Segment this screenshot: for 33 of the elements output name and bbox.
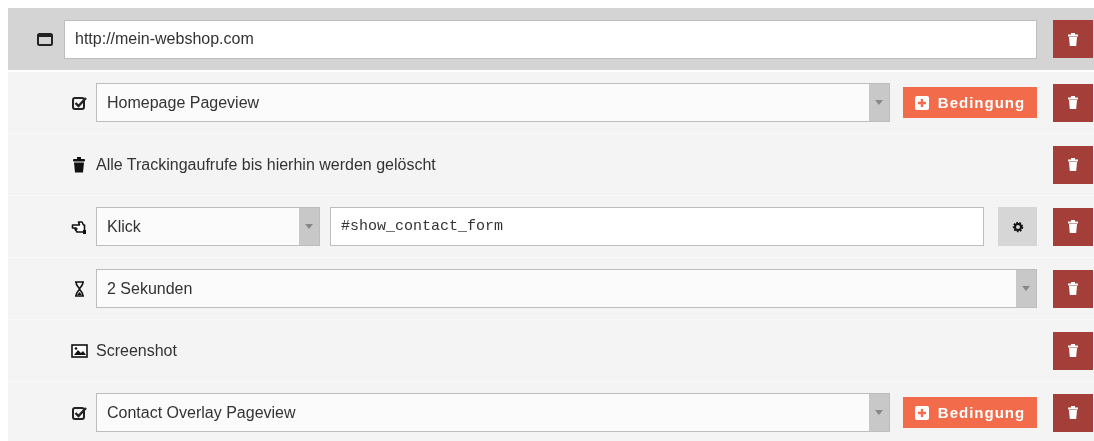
image-icon bbox=[70, 343, 88, 358]
delete-button[interactable] bbox=[1053, 331, 1093, 370]
dropdown[interactable]: Contact Overlay Pageview bbox=[96, 393, 890, 432]
delete-button[interactable] bbox=[1053, 83, 1093, 122]
delete-icon bbox=[1068, 344, 1078, 357]
step-label: Alle Trackingaufrufe bis hierhin werden gelöscht bbox=[96, 155, 436, 174]
delete-icon bbox=[1068, 406, 1078, 419]
delete-button[interactable] bbox=[1053, 393, 1093, 432]
dropdown[interactable]: Klick bbox=[96, 207, 320, 246]
dropdown[interactable]: Homepage Pageview bbox=[96, 83, 890, 122]
delete-icon bbox=[1068, 96, 1078, 109]
delete-icon bbox=[1068, 220, 1078, 233]
settings-icon bbox=[1011, 220, 1024, 233]
settings-button[interactable] bbox=[998, 207, 1037, 246]
hourglass-icon bbox=[73, 280, 85, 297]
delete-button[interactable] bbox=[1053, 207, 1093, 246]
checkbox-check-icon bbox=[71, 405, 87, 420]
window-icon bbox=[37, 32, 53, 46]
plus-icon bbox=[914, 405, 929, 420]
delete-button[interactable] bbox=[1053, 20, 1093, 58]
url-field[interactable]: http://mein-webshop.com bbox=[64, 19, 1037, 59]
checkbox-check-icon bbox=[71, 95, 87, 110]
delete-icon bbox=[1068, 32, 1078, 46]
pointing-hand-icon bbox=[71, 218, 87, 235]
trash-icon bbox=[73, 156, 85, 173]
step-label: Screenshot bbox=[96, 341, 177, 360]
selector-field[interactable]: #show_contact_form bbox=[330, 207, 984, 246]
plus-icon bbox=[914, 95, 929, 110]
dropdown[interactable]: 2 Sekunden bbox=[96, 269, 1037, 308]
delete-icon bbox=[1068, 158, 1078, 171]
delete-button[interactable] bbox=[1053, 269, 1093, 308]
delete-button[interactable] bbox=[1053, 145, 1093, 184]
delete-icon bbox=[1068, 282, 1078, 295]
